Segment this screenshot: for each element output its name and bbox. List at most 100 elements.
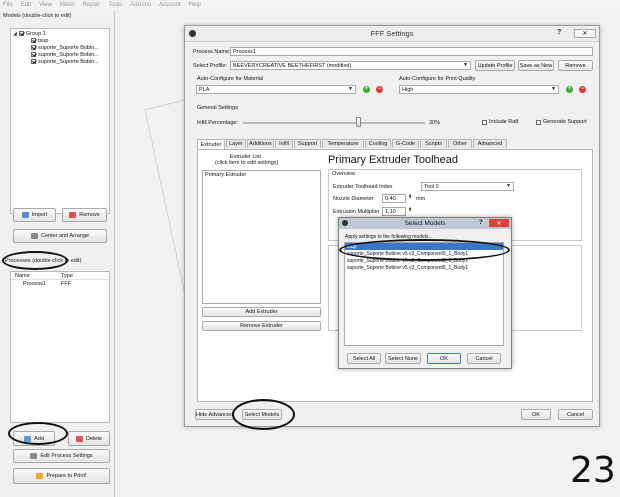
profile-dropdown[interactable]: BEEVERYCREATIVE BEETHEFIRST (modified) ▼ xyxy=(230,61,471,70)
remove-profile-button[interactable]: Remove xyxy=(558,60,593,71)
material-label: Auto-Configure for Material xyxy=(197,76,264,82)
menu-add-ins[interactable]: Add-Ins xyxy=(130,2,151,8)
help-icon[interactable]: ? xyxy=(479,220,483,226)
tree-item-group[interactable]: ◢ Group 1 xyxy=(11,30,109,37)
table-row[interactable]: Process1 FFF xyxy=(11,280,109,288)
checkbox[interactable] xyxy=(31,38,36,43)
list-item[interactable]: Primary Extruder xyxy=(203,171,320,179)
close-icon[interactable]: ✕ xyxy=(489,219,509,227)
tab-cooling[interactable]: Cooling xyxy=(365,139,391,148)
menu-view[interactable]: View xyxy=(39,2,52,8)
ok-button[interactable]: OK xyxy=(521,409,551,420)
checkbox[interactable] xyxy=(482,119,487,125)
select-none-button[interactable]: Select None xyxy=(385,353,421,364)
tab-additions[interactable]: Additions xyxy=(247,139,274,148)
save-as-new-button[interactable]: Save as New xyxy=(518,60,554,71)
tab-layer[interactable]: Layer xyxy=(226,139,246,148)
tab-temperature[interactable]: Temperature xyxy=(322,139,364,148)
settings-icon xyxy=(30,453,38,459)
remove-material-icon[interactable]: − xyxy=(376,86,383,93)
remove-model-button[interactable]: Remove xyxy=(62,208,107,222)
spin-arrows-icon[interactable]: ⬍ xyxy=(408,194,412,200)
close-icon[interactable]: ✕ xyxy=(574,29,596,38)
tab-extruder[interactable]: Extruder xyxy=(197,139,225,149)
toolhead-title: Primary Extruder Toolhead xyxy=(328,154,459,166)
prepare-to-print-button[interactable]: Prepare to Print! xyxy=(13,468,110,484)
select-models-title: Select Models xyxy=(404,220,446,227)
add-quality-icon[interactable]: + xyxy=(566,86,573,93)
toolhead-index-dropdown[interactable]: Tool 0 ▼ xyxy=(421,182,514,191)
delete-process-button[interactable]: Delete xyxy=(68,431,110,446)
menu-help[interactable]: Help xyxy=(189,2,201,8)
checkbox[interactable] xyxy=(31,59,36,64)
tree-item-model[interactable]: suporte_Suporte Bobin... xyxy=(11,44,109,51)
infill-percentage-label: Infill Percentage: xyxy=(197,120,238,126)
nozzle-value: 0,40 xyxy=(385,195,396,202)
list-item[interactable]: suporte_Suporte Bobine v5 v3_Component5_… xyxy=(345,264,503,271)
chevron-down-icon: ▼ xyxy=(463,62,468,68)
overview-label: Overview xyxy=(332,171,355,177)
cancel-button[interactable]: Cancel xyxy=(558,409,593,420)
process-name-input[interactable]: Process1 xyxy=(230,47,593,56)
infill-slider-handle[interactable] xyxy=(355,117,361,127)
checkbox[interactable] xyxy=(18,31,24,36)
tab-other[interactable]: Other xyxy=(448,139,472,148)
add-material-icon[interactable]: + xyxy=(363,86,370,93)
expand-triangle-icon[interactable]: ◢ xyxy=(13,31,17,37)
menu-account[interactable]: Account xyxy=(159,2,181,8)
menu-file[interactable]: File xyxy=(3,2,13,8)
help-icon[interactable]: ? xyxy=(557,29,561,36)
material-dropdown[interactable]: PLA ▼ xyxy=(196,85,356,94)
models-tree[interactable]: ◢ Group 1 tsup suporte_Suporte Bobin... … xyxy=(10,28,110,214)
remove-quality-icon[interactable]: − xyxy=(579,86,586,93)
toolhead-index-value: Tool 0 xyxy=(424,183,439,190)
infill-slider-track[interactable] xyxy=(243,122,425,124)
chevron-down-icon: ▼ xyxy=(551,86,556,92)
annotation-ellipse-processes xyxy=(2,251,68,270)
prepare-label: Prepare to Print! xyxy=(46,473,87,479)
tree-item-label: tsup xyxy=(38,37,49,44)
tree-item-model[interactable]: suporte_Suporte Bobin... xyxy=(11,51,109,58)
edit-process-settings-button[interactable]: Edit Process Settings xyxy=(13,449,110,463)
hide-advanced-button[interactable]: Hide Advanced xyxy=(195,409,234,420)
remove-extruder-button[interactable]: Remove Extruder xyxy=(202,321,321,331)
include-raft-label: Include Raft xyxy=(489,119,519,125)
edit-process-label: Edit Process Settings xyxy=(40,453,93,459)
include-raft-checkbox[interactable]: Include Raft xyxy=(482,119,518,125)
import-label: Import xyxy=(31,212,48,218)
remove-label: Remove xyxy=(79,212,100,218)
select-all-button[interactable]: Select All xyxy=(347,353,381,364)
extruder-list[interactable]: Primary Extruder xyxy=(202,170,321,304)
menu-repair[interactable]: Repair xyxy=(83,2,101,8)
add-extruder-button[interactable]: Add Extruder xyxy=(202,307,321,317)
infill-value: 30% xyxy=(429,120,441,126)
extrusion-multiplier-input[interactable]: 1,10 xyxy=(382,207,406,216)
update-profile-button[interactable]: Update Profile xyxy=(475,60,515,71)
tree-item-label: suporte_Suporte Bobin... xyxy=(38,58,99,65)
tab-infill[interactable]: Infill xyxy=(275,139,293,148)
processes-table[interactable]: Name Type Process1 FFF xyxy=(10,271,110,423)
quality-dropdown[interactable]: High ▼ xyxy=(399,85,559,94)
tab-scripts[interactable]: Scripts xyxy=(420,139,447,148)
tree-item-model[interactable]: suporte_Suporte Bobin... xyxy=(11,58,109,65)
import-button[interactable]: Import xyxy=(13,208,56,222)
column-header-type: Type xyxy=(61,272,73,279)
checkbox[interactable] xyxy=(31,52,36,57)
tree-item-model[interactable]: tsup xyxy=(11,37,109,44)
tab-support[interactable]: Support xyxy=(294,139,321,148)
menu-edit[interactable]: Edit xyxy=(21,2,31,8)
generate-support-checkbox[interactable]: Generate Support xyxy=(536,119,587,125)
menu-tools[interactable]: Tools xyxy=(108,2,122,8)
tab-advanced[interactable]: Advanced xyxy=(473,139,507,148)
spin-arrows-icon[interactable]: ⬍ xyxy=(408,207,412,213)
checkbox[interactable] xyxy=(31,45,36,50)
select-models-cancel-button[interactable]: Cancel xyxy=(467,353,501,364)
process-name-label: Process Name: xyxy=(193,49,231,55)
nozzle-diameter-input[interactable]: 0,40 xyxy=(382,194,406,203)
arrange-icon xyxy=(30,233,38,239)
menu-mesh[interactable]: Mesh xyxy=(60,2,75,8)
checkbox[interactable] xyxy=(536,119,541,125)
select-models-ok-button[interactable]: OK xyxy=(427,353,461,364)
center-arrange-button[interactable]: Center and Arrange xyxy=(13,229,107,243)
tab-gcode[interactable]: G-Code xyxy=(392,139,419,148)
